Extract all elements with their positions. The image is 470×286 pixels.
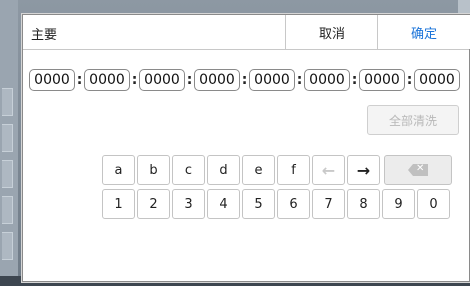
key-6[interactable]: 6 (277, 189, 310, 219)
address-segment-3[interactable]: 0000 (139, 69, 185, 91)
confirm-button[interactable]: 确定 (377, 15, 470, 49)
key-b[interactable]: b (137, 155, 170, 185)
segment-separator: : (186, 72, 193, 88)
address-segment-1[interactable]: 0000 (29, 69, 75, 91)
key-1[interactable]: 1 (102, 189, 135, 219)
key-2[interactable]: 2 (137, 189, 170, 219)
clear-all-button[interactable]: 全部清洗 (367, 105, 459, 135)
key-e[interactable]: e (242, 155, 275, 185)
key-c[interactable]: c (172, 155, 205, 185)
key-0[interactable]: 0 (417, 189, 450, 219)
backspace-key[interactable]: ✕ (384, 155, 452, 185)
background-tab (2, 160, 13, 188)
key-8[interactable]: 8 (347, 189, 380, 219)
dialog-title: 主要 (31, 28, 58, 43)
segment-separator: : (241, 72, 248, 88)
segment-separator: : (76, 72, 83, 88)
ipv6-address-dialog: 主要 取消 确定 0000 : 0000 : 0000 : 0000 : 000… (22, 14, 470, 282)
left-arrow-key[interactable]: ← (312, 155, 345, 185)
segment-separator: : (351, 72, 358, 88)
background-tab (2, 232, 13, 260)
address-input-row: 0000 : 0000 : 0000 : 0000 : 0000 : 0000 … (29, 69, 460, 91)
key-f[interactable]: f (277, 155, 310, 185)
background-left-rail (0, 0, 18, 286)
address-segment-2[interactable]: 0000 (84, 69, 130, 91)
key-5[interactable]: 5 (242, 189, 275, 219)
cancel-button[interactable]: 取消 (285, 15, 378, 49)
key-4[interactable]: 4 (207, 189, 240, 219)
keypad-row-letters: a b c d e f ← → ✕ (102, 155, 454, 185)
segment-separator: : (131, 72, 138, 88)
address-segment-4[interactable]: 0000 (194, 69, 240, 91)
dialog-header: 主要 取消 确定 (23, 15, 470, 50)
address-segment-7[interactable]: 0000 (359, 69, 405, 91)
address-segment-5[interactable]: 0000 (249, 69, 295, 91)
background-tab (2, 196, 13, 224)
background-tab (2, 88, 13, 116)
segment-separator: : (296, 72, 303, 88)
background-tab (2, 124, 13, 152)
right-arrow-key[interactable]: → (347, 155, 380, 185)
address-segment-8[interactable]: 0000 (414, 69, 460, 91)
right-arrow-icon: → (356, 160, 371, 180)
keypad-row-digits: 1 2 3 4 5 6 7 8 9 0 (102, 189, 454, 219)
segment-separator: : (406, 72, 413, 88)
key-9[interactable]: 9 (382, 189, 415, 219)
keypad: a b c d e f ← → ✕ 1 2 3 4 5 6 7 8 9 0 (67, 155, 454, 223)
key-3[interactable]: 3 (172, 189, 205, 219)
key-a[interactable]: a (102, 155, 135, 185)
backspace-icon: ✕ (408, 164, 428, 176)
left-arrow-icon: ← (321, 160, 336, 180)
key-7[interactable]: 7 (312, 189, 345, 219)
key-d[interactable]: d (207, 155, 240, 185)
address-segment-6[interactable]: 0000 (304, 69, 350, 91)
